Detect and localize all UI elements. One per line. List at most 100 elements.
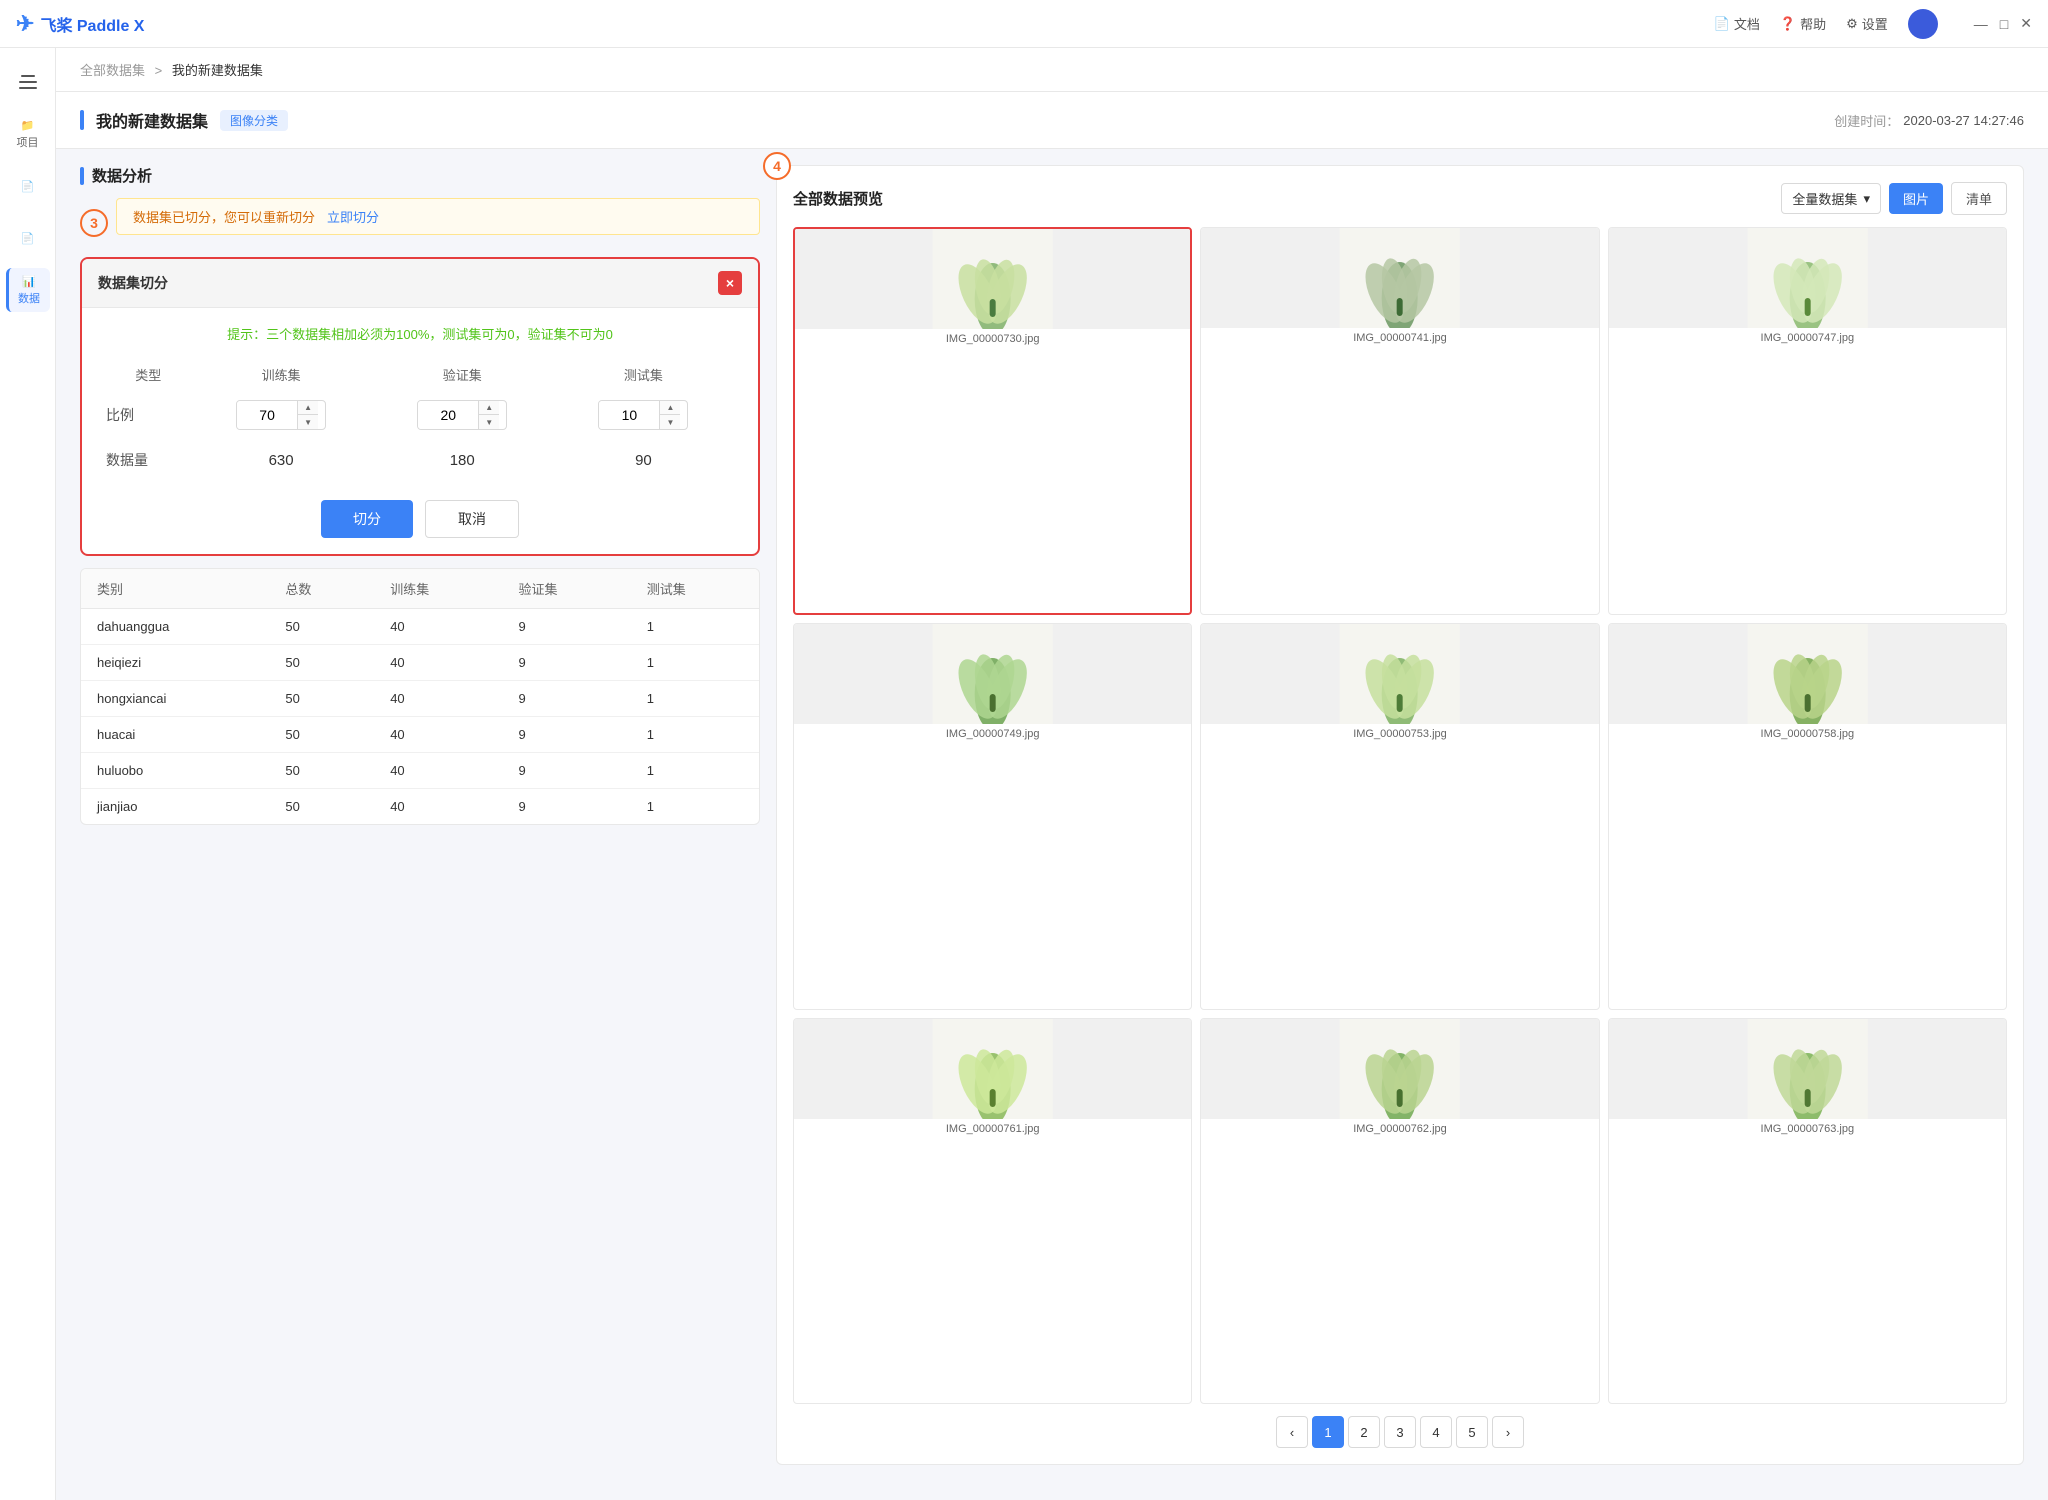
- page-button-2[interactable]: 2: [1348, 1416, 1380, 1448]
- app-logo: ✈ 飞桨 Paddle X: [16, 11, 144, 37]
- alert-link[interactable]: 立即切分: [327, 207, 379, 226]
- create-label: 创建时间：: [1834, 111, 1899, 130]
- settings-button[interactable]: ⚙ 设置: [1846, 14, 1888, 33]
- breadcrumb-current: 我的新建数据集: [172, 63, 263, 78]
- table-cell-name: dahuanggua: [81, 609, 269, 645]
- test-ratio-input[interactable]: [599, 401, 659, 429]
- table-cell-name: hongxiancai: [81, 681, 269, 717]
- image-card[interactable]: IMG_00000758.jpg: [1608, 623, 2007, 1009]
- logo-icon: ✈: [16, 11, 34, 37]
- dataset-select[interactable]: 全量数据集 ▾: [1781, 183, 1881, 214]
- table-row: huacai504091: [81, 717, 759, 753]
- alert-banner: 数据集已切分，您可以重新切分 立即切分: [116, 198, 760, 235]
- cancel-button[interactable]: 取消: [425, 500, 519, 538]
- page-button-4[interactable]: 4: [1420, 1416, 1452, 1448]
- table-cell-value: 9: [502, 681, 630, 717]
- table-cell-name: heiqiezi: [81, 645, 269, 681]
- val-ratio-input[interactable]: [418, 401, 478, 429]
- page-title-bar: [80, 110, 84, 130]
- dataset-select-value: 全量数据集: [1792, 189, 1857, 208]
- table-cell-value: 1: [631, 789, 759, 825]
- prev-page-button[interactable]: ‹: [1276, 1416, 1308, 1448]
- sidebar-item-doc2[interactable]: 📄: [6, 216, 50, 260]
- pagination: ‹ 1 2 3 4 5 ›: [793, 1416, 2007, 1448]
- doc-button[interactable]: 📄 文档: [1714, 14, 1760, 33]
- titlebar: ✈ 飞桨 Paddle X 📄 文档 ❓ 帮助 ⚙ 设置 — □ ✕: [0, 0, 2048, 48]
- page-button-3[interactable]: 3: [1384, 1416, 1416, 1448]
- table-cell-value: 40: [374, 681, 502, 717]
- data-icon: 📊: [22, 275, 36, 288]
- sidebar-item-data[interactable]: 📊 数据: [6, 268, 50, 312]
- sidebar-item-project[interactable]: 📁 项目: [6, 112, 50, 156]
- image-thumbnail: [1201, 624, 1598, 724]
- table-cell-value: 1: [631, 753, 759, 789]
- train-spin-down[interactable]: ▼: [298, 415, 318, 429]
- sidebar-label-data: 数据: [18, 290, 40, 306]
- image-thumbnail: [795, 229, 1190, 329]
- test-ratio-input-wrap: ▲ ▼: [598, 400, 688, 430]
- modal-header: 数据集切分 ×: [82, 259, 758, 308]
- image-card[interactable]: IMG_00000749.jpg: [793, 623, 1192, 1009]
- train-ratio-cell: ▲ ▼: [191, 390, 372, 440]
- test-ratio-cell: ▲ ▼: [553, 390, 734, 440]
- modal-actions: 切分 取消: [106, 500, 734, 538]
- image-card[interactable]: IMG_00000762.jpg: [1200, 1018, 1599, 1404]
- section-bar: [80, 167, 84, 185]
- next-page-button[interactable]: ›: [1492, 1416, 1524, 1448]
- image-thumbnail: [1609, 624, 2006, 724]
- train-ratio-input[interactable]: [237, 401, 297, 429]
- train-amount: 630: [269, 452, 294, 469]
- main-content: 全部数据集 > 我的新建数据集 我的新建数据集 图像分类 创建时间： 2020-…: [56, 48, 2048, 1500]
- preview-header: 全部数据预览 全量数据集 ▾ 图片 清单: [793, 182, 2007, 215]
- list-view-button[interactable]: 清单: [1951, 182, 2007, 215]
- image-card[interactable]: IMG_00000761.jpg: [793, 1018, 1192, 1404]
- page-header: 我的新建数据集 图像分类 创建时间： 2020-03-27 14:27:46: [56, 92, 2048, 149]
- table-col-header: 类别: [81, 569, 269, 609]
- page-tag: 图像分类: [220, 110, 288, 131]
- col-test: 测试集: [553, 359, 734, 390]
- maximize-button[interactable]: □: [2000, 16, 2008, 32]
- val-amount-cell: 180: [372, 440, 553, 480]
- table-cell-value: 9: [502, 717, 630, 753]
- settings-icon: ⚙: [1846, 16, 1858, 32]
- val-spin-up[interactable]: ▲: [479, 401, 499, 415]
- help-button[interactable]: ❓ 帮助: [1780, 14, 1826, 33]
- image-card[interactable]: IMG_00000763.jpg: [1608, 1018, 2007, 1404]
- col-type: 类型: [106, 359, 191, 390]
- val-spin-down[interactable]: ▼: [479, 415, 499, 429]
- modal-body: 提示：三个数据集相加必须为100%，测试集可为0，验证集不可为0 类型 训练集 …: [82, 308, 758, 554]
- image-card[interactable]: IMG_00000741.jpg: [1200, 227, 1599, 615]
- table-cell-value: 40: [374, 609, 502, 645]
- avatar[interactable]: [1908, 9, 1938, 39]
- step4-badge: 4: [763, 152, 791, 180]
- test-spin-up[interactable]: ▲: [660, 401, 680, 415]
- image-view-button[interactable]: 图片: [1889, 183, 1943, 214]
- train-ratio-input-wrap: ▲ ▼: [236, 400, 326, 430]
- sidebar-item-menu[interactable]: [6, 60, 50, 104]
- split-button[interactable]: 切分: [321, 500, 413, 538]
- test-spin-down[interactable]: ▼: [660, 415, 680, 429]
- image-card[interactable]: IMG_00000730.jpg: [793, 227, 1192, 615]
- train-spin-up[interactable]: ▲: [298, 401, 318, 415]
- image-thumbnail: [1609, 228, 2006, 328]
- table-cell-value: 9: [502, 753, 630, 789]
- table-row: huluobo504091: [81, 753, 759, 789]
- alert-text: 数据集已切分，您可以重新切分: [133, 207, 315, 226]
- section-header-data-analysis: 数据分析: [80, 165, 760, 186]
- breadcrumb-all[interactable]: 全部数据集: [80, 63, 145, 78]
- table-col-header: 测试集: [631, 569, 759, 609]
- preview-controls: 全量数据集 ▾ 图片 清单: [1781, 182, 2007, 215]
- table-cell-value: 9: [502, 609, 630, 645]
- val-amount: 180: [450, 452, 475, 469]
- image-card[interactable]: IMG_00000747.jpg: [1608, 227, 2007, 615]
- close-button[interactable]: ✕: [2020, 15, 2032, 32]
- test-amount: 90: [635, 452, 652, 469]
- page-button-5[interactable]: 5: [1456, 1416, 1488, 1448]
- table-cell-value: 1: [631, 717, 759, 753]
- sidebar-item-doc1[interactable]: 📄: [6, 164, 50, 208]
- page-button-1[interactable]: 1: [1312, 1416, 1344, 1448]
- modal-close-button[interactable]: ×: [718, 271, 742, 295]
- doc-icon: 📄: [1714, 16, 1730, 32]
- minimize-button[interactable]: —: [1974, 16, 1988, 32]
- image-card[interactable]: IMG_00000753.jpg: [1200, 623, 1599, 1009]
